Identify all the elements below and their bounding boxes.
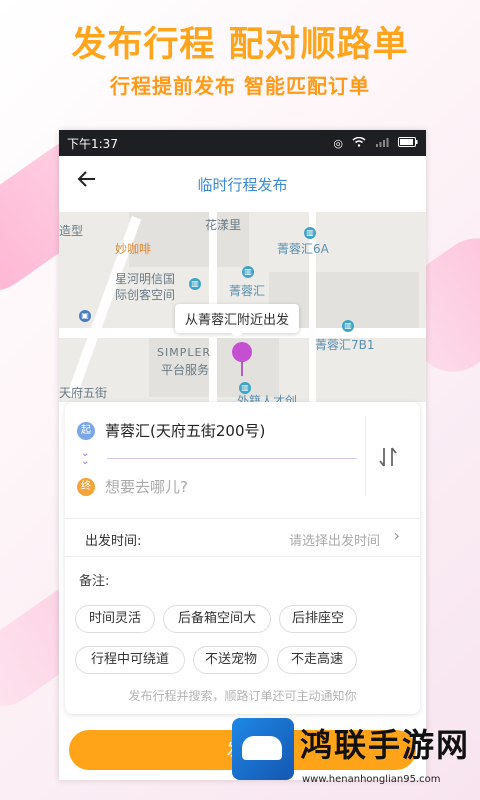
page-title: 临时行程发布 [197, 175, 288, 194]
map-label: 妙咖啡 [115, 242, 152, 256]
location-pin-icon[interactable] [232, 342, 252, 362]
phone-screen: 下午1:37 ◎ 临时行程发布 造型 花漾里 ▥ 菁蓉汇6A 妙咖啡 星河明信国… [59, 130, 426, 780]
destination-input[interactable]: 想要去哪儿? [105, 476, 188, 497]
origin-row[interactable]: 起 菁蓉汇(天府五街200号) [77, 420, 265, 441]
alarm-icon: ◎ [333, 136, 343, 150]
watermark: 鸿联手游网 www.henanhonglian95.com [228, 712, 480, 800]
promo-subline: 行程提前发布 智能匹配订单 [110, 74, 370, 98]
remarks-label: 备注: [79, 574, 110, 589]
remark-tag[interactable]: 不送宠物 [193, 646, 269, 674]
back-arrow-icon[interactable] [77, 169, 97, 195]
swap-divider [365, 416, 366, 496]
status-bar: 下午1:37 ◎ [59, 130, 426, 156]
watermark-url: www.henanhonglian95.com [302, 774, 441, 785]
map-label: 花漾里 [205, 218, 242, 232]
map-pin-stick [241, 360, 243, 376]
promo-headline: 发布行程 配对顺路单 [71, 25, 409, 65]
building-icon: ▥ [189, 278, 201, 290]
bus-stop-icon: ▣ [79, 310, 91, 322]
map-label: 造型 [59, 224, 84, 238]
map-label: 天府五街 [59, 386, 108, 400]
chevron-right-icon[interactable]: › [394, 526, 400, 545]
trip-card: 起 菁蓉汇(天府五街200号) ⌄ ⌄ 终 想要去哪儿? 出发时间: 请选择出发时… [65, 402, 420, 714]
remark-tag[interactable]: 时间灵活 [75, 605, 155, 633]
battery-icon [398, 136, 418, 150]
map-label: 菁蓉汇 [229, 284, 266, 298]
watermark-title: 鸿联手游网 [300, 726, 471, 764]
status-time: 下午1:37 [67, 136, 118, 151]
map-label: 星河明信国 [115, 272, 176, 286]
remark-tag[interactable]: 后排座空 [279, 605, 357, 633]
departure-label: 出发时间: [85, 534, 142, 549]
route-divider [107, 458, 357, 459]
remark-tag[interactable]: 行程中可绕道 [75, 646, 185, 674]
chevron-down-icon: ⌄ ⌄ [81, 448, 90, 467]
nav-bar: 临时行程发布 [59, 156, 426, 213]
remark-tag[interactable]: 不走高速 [277, 646, 357, 674]
map-label: 菁蓉汇6A [277, 242, 329, 256]
map-label: 平台服务 [161, 363, 210, 377]
swap-vertical-icon[interactable] [379, 446, 397, 473]
building-icon: ▥ [242, 266, 254, 278]
remark-tag[interactable]: 后备箱空间大 [163, 605, 271, 633]
building-icon: ▥ [304, 227, 316, 239]
map-label: 菁蓉汇7B1 [315, 338, 375, 352]
map-label: 际创客空间 [115, 288, 176, 302]
destination-tag: 终 [77, 477, 95, 496]
pickup-bubble: 从菁蓉汇附近出发 [175, 304, 300, 339]
signal-icon [375, 137, 389, 150]
departure-picker[interactable]: 请选择出发时间 [289, 530, 380, 549]
wifi-icon [352, 136, 366, 150]
origin-tag: 起 [77, 421, 95, 440]
building-icon: ▥ [342, 320, 354, 332]
publish-hint: 发布行程并搜索，顺路订单还可主动通知你 [128, 689, 357, 703]
section-divider [65, 518, 420, 519]
section-divider [65, 556, 420, 557]
map-label: 外籍人才创 [237, 394, 298, 402]
map-label: SIMPLER [157, 346, 212, 359]
map-view[interactable]: 造型 花漾里 ▥ 菁蓉汇6A 妙咖啡 星河明信国 际创客空间 ▥ ▥ 菁蓉汇 ▣… [59, 212, 426, 402]
destination-row[interactable]: 终 想要去哪儿? [77, 476, 188, 497]
origin-address[interactable]: 菁蓉汇(天府五街200号) [105, 420, 265, 441]
watermark-logo-icon [232, 718, 294, 780]
